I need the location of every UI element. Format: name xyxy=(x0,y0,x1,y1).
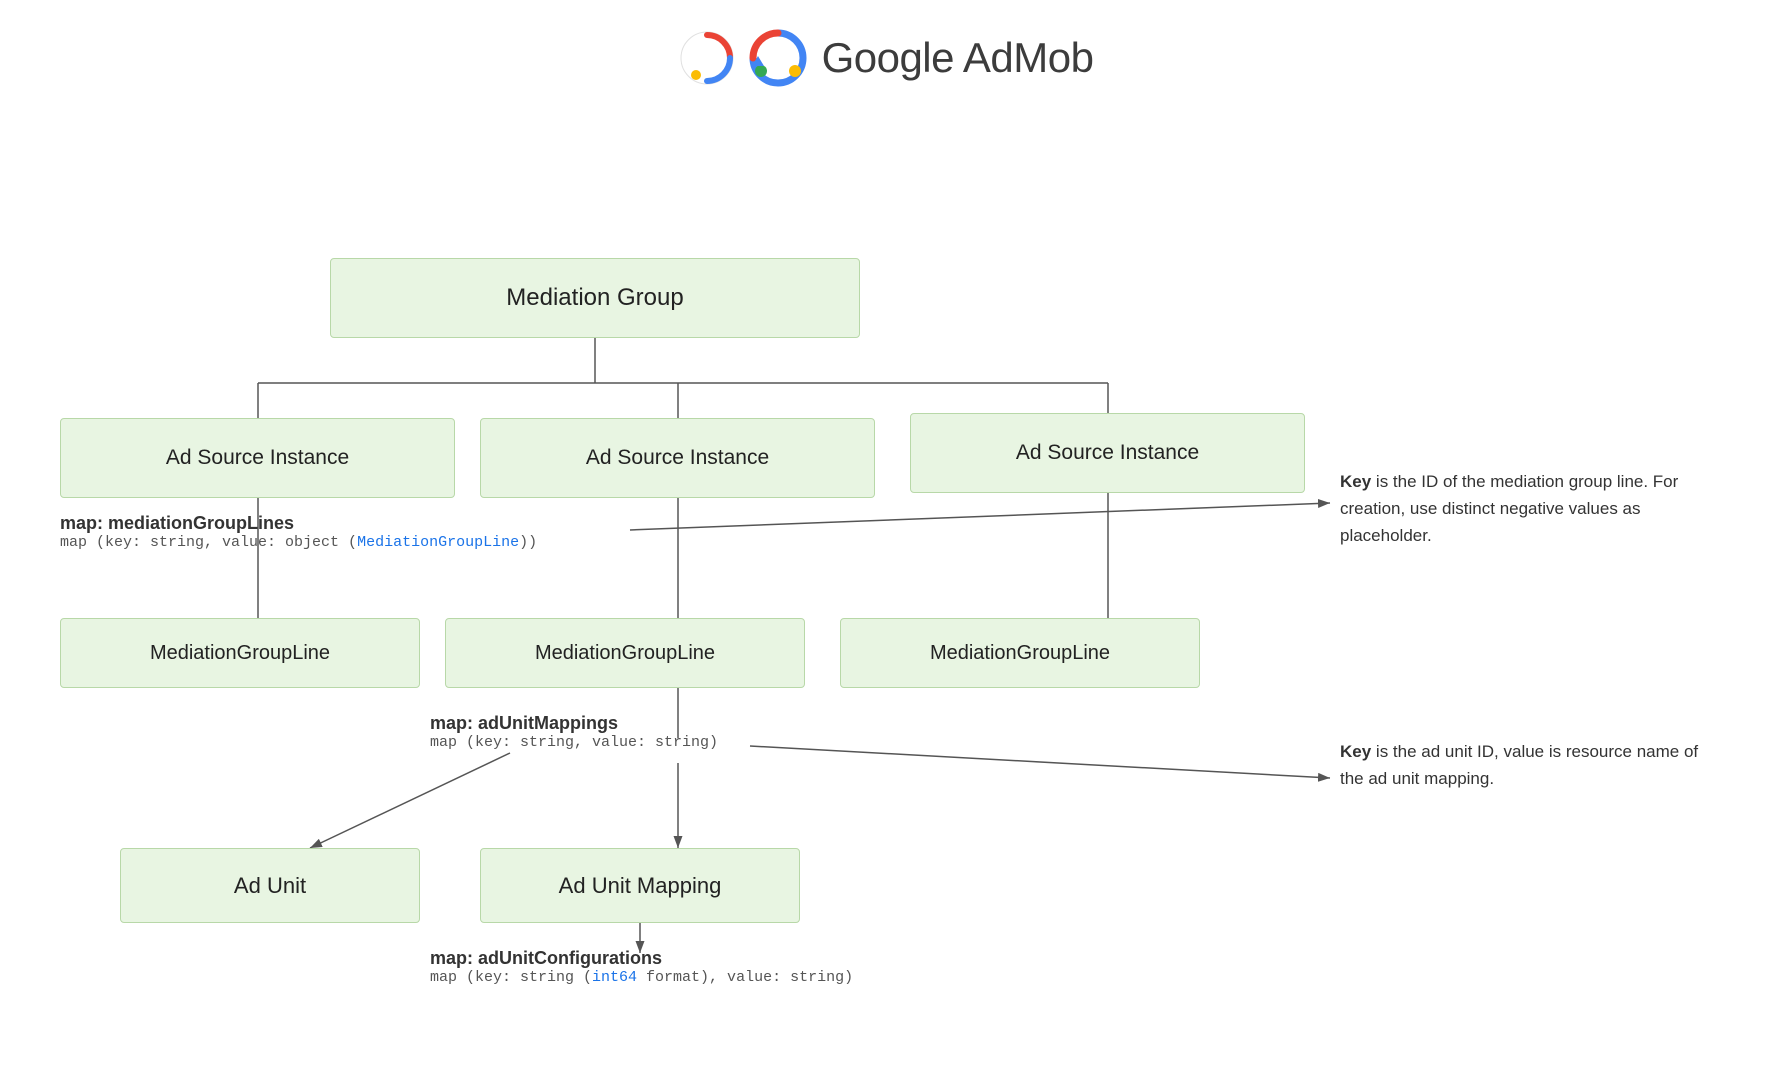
key-bold-2: Key xyxy=(1340,742,1371,761)
mediation-group-line-3-box: MediationGroupLine xyxy=(840,618,1200,688)
diagram-lines xyxy=(0,128,1773,1078)
key-note-2: Key is the ad unit ID, value is resource… xyxy=(1340,738,1720,792)
mediation-group-line-1-box: MediationGroupLine xyxy=(60,618,420,688)
ad-unit-mapping-box: Ad Unit Mapping xyxy=(480,848,800,923)
key-note-1: Key is the ID of the mediation group lin… xyxy=(1340,468,1720,550)
mediation-group-line-link: MediationGroupLine xyxy=(357,534,519,551)
ad-source-instance-3-box: Ad Source Instance xyxy=(910,413,1305,493)
page-title: Google AdMob xyxy=(822,34,1094,82)
map-ad-unit-configs-annotation: map: adUnitConfigurations map (key: stri… xyxy=(430,948,853,986)
map-ad-unit-mappings-annotation: map: adUnitMappings map (key: string, va… xyxy=(430,713,718,751)
int64-link: int64 xyxy=(592,969,637,986)
ad-source-instance-2-box: Ad Source Instance xyxy=(480,418,875,498)
map-mediation-lines-sub: map (key: string, value: object (Mediati… xyxy=(60,534,537,551)
page-header: Google AdMob xyxy=(0,0,1773,128)
mediation-group-box: Mediation Group xyxy=(330,258,860,338)
ad-source-instance-1-box: Ad Source Instance xyxy=(60,418,455,498)
key-note-1-text: is the ID of the mediation group line. F… xyxy=(1340,472,1678,545)
diagram-container: Mediation Group Ad Source Instance Ad So… xyxy=(0,128,1773,1078)
map-ad-unit-configs-sub: map (key: string (int64 format), value: … xyxy=(430,969,853,986)
key-note-2-text: is the ad unit ID, value is resource nam… xyxy=(1340,742,1698,788)
map-mediation-lines-title: map: mediationGroupLines xyxy=(60,513,537,534)
admob-logo-icon xyxy=(680,31,734,85)
map-ad-unit-configs-title: map: adUnitConfigurations xyxy=(430,948,853,969)
map-ad-unit-mappings-title: map: adUnitMappings xyxy=(430,713,718,734)
map-mediation-lines-annotation: map: mediationGroupLines map (key: strin… xyxy=(60,513,537,551)
ad-unit-box: Ad Unit xyxy=(120,848,420,923)
mediation-group-line-2-box: MediationGroupLine xyxy=(445,618,805,688)
key-bold-1: Key xyxy=(1340,472,1371,491)
admob-logo-full-icon xyxy=(748,28,808,88)
map-ad-unit-mappings-sub: map (key: string, value: string) xyxy=(430,734,718,751)
